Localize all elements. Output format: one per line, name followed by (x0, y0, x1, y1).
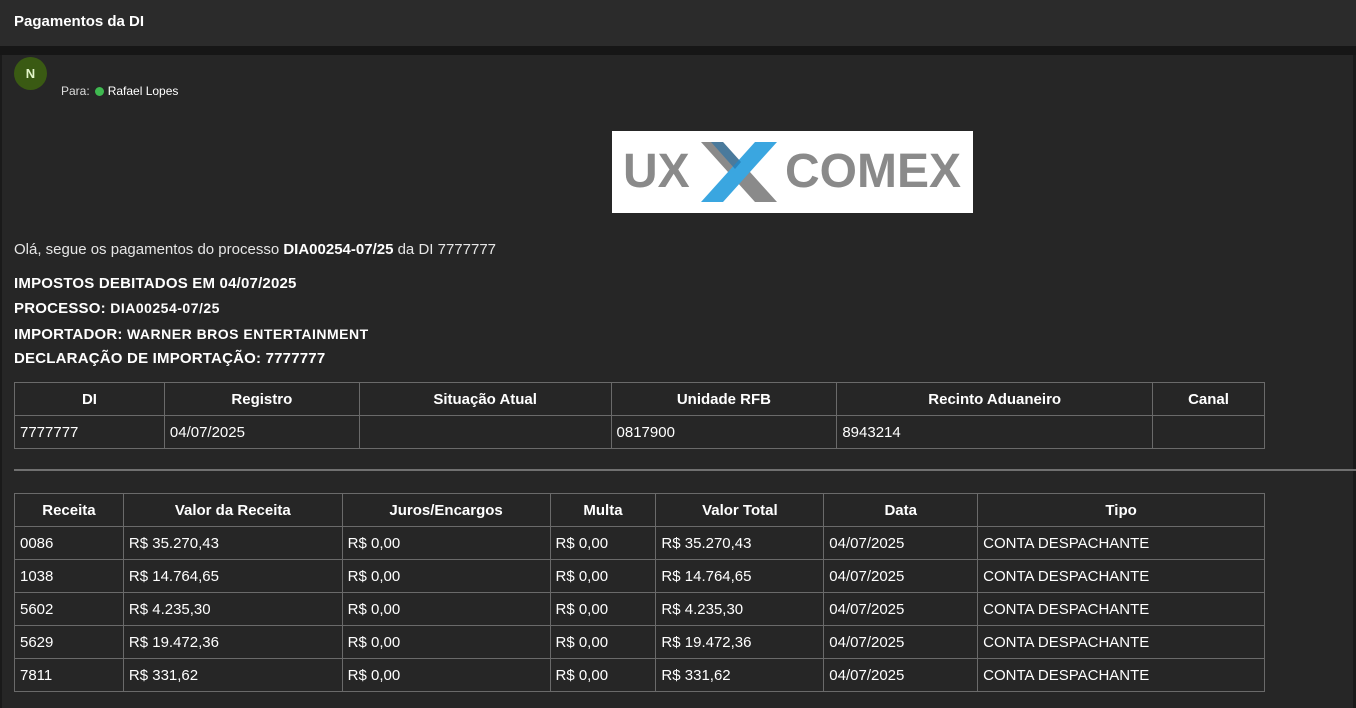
table-cell: 0817900 (610, 415, 838, 449)
table-row: 7777777 04/07/2025 0817900 8943214 (14, 415, 1265, 449)
table-cell: R$ 0,00 (549, 526, 657, 560)
company-logo: UX COMEX (612, 131, 973, 213)
table-cell: R$ 19.472,36 (122, 625, 343, 659)
table-cell: R$ 35.270,43 (122, 526, 343, 560)
info-line-importer: IMPORTADOR: WARNER BROS ENTERTAINMENT (14, 326, 369, 343)
column-header: Tipo (977, 493, 1265, 527)
recipient-name[interactable]: Rafael Lopes (108, 84, 179, 98)
greeting-process: DIA00254-07/25 (283, 241, 394, 258)
table-cell: R$ 331,62 (655, 658, 825, 692)
column-header: Unidade RFB (610, 382, 838, 416)
table-row: 5629 R$ 19.472,36 R$ 0,00 R$ 0,00 R$ 19.… (14, 625, 1265, 659)
table-cell: 7811 (14, 658, 124, 692)
table-cell: R$ 14.764,65 (655, 559, 825, 593)
table-cell: 5602 (14, 592, 124, 626)
table-cell: 04/07/2025 (823, 559, 979, 593)
table-cell: 04/07/2025 (163, 415, 360, 449)
column-header: Situação Atual (358, 382, 612, 416)
table-cell: 04/07/2025 (823, 625, 979, 659)
greeting-text: Olá, segue os pagamentos do processo DIA… (14, 241, 496, 258)
table-cell: R$ 0,00 (341, 625, 551, 659)
column-header: Canal (1152, 382, 1265, 416)
sender-avatar[interactable]: N (14, 57, 47, 90)
table-cell: CONTA DESPACHANTE (977, 658, 1265, 692)
table-cell: 5629 (14, 625, 124, 659)
column-header: Valor Total (655, 493, 825, 527)
logo-text-left: UX (623, 145, 690, 198)
column-header: Data (823, 493, 979, 527)
window-title: Pagamentos da DI (14, 13, 145, 30)
table-cell: CONTA DESPACHANTE (977, 592, 1265, 626)
column-header: Receita (14, 493, 124, 527)
uxcomex-logo-icon: UX COMEX (623, 142, 961, 202)
table-cell: R$ 0,00 (549, 559, 657, 593)
info-line-declaration: DECLARAÇÃO DE IMPORTAÇÃO: 7777777 (14, 350, 326, 367)
table-row: 1038 R$ 14.764,65 R$ 0,00 R$ 0,00 R$ 14.… (14, 559, 1265, 593)
table-cell: R$ 0,00 (341, 592, 551, 626)
divider (14, 469, 1356, 471)
table-cell: R$ 0,00 (341, 526, 551, 560)
table-cell: CONTA DESPACHANTE (977, 526, 1265, 560)
table-cell: R$ 0,00 (341, 559, 551, 593)
table-cell: R$ 0,00 (549, 592, 657, 626)
presence-available-icon (94, 86, 104, 96)
column-header: Valor da Receita (122, 493, 343, 527)
table-cell: 7777777 (14, 415, 165, 449)
table-cell: R$ 4.235,30 (655, 592, 825, 626)
table-row: 5602 R$ 4.235,30 R$ 0,00 R$ 0,00 R$ 4.23… (14, 592, 1265, 626)
table-cell: 04/07/2025 (823, 658, 979, 692)
di-table: DI Registro Situação Atual Unidade RFB R… (14, 382, 1265, 449)
table-cell: R$ 4.235,30 (122, 592, 343, 626)
table-cell: R$ 0,00 (341, 658, 551, 692)
table-row: 0086 R$ 35.270,43 R$ 0,00 R$ 0,00 R$ 35.… (14, 526, 1265, 560)
table-cell: CONTA DESPACHANTE (977, 625, 1265, 659)
greeting-suffix: da DI 7777777 (397, 241, 497, 258)
greeting-prefix: Olá, segue os pagamentos do processo (14, 241, 280, 258)
table-cell: 04/07/2025 (823, 592, 979, 626)
table-cell: R$ 0,00 (549, 625, 657, 659)
table-cell: CONTA DESPACHANTE (977, 559, 1265, 593)
avatar-initial: N (25, 66, 36, 81)
info-line-taxes: IMPOSTOS DEBITADOS EM 04/07/2025 (14, 275, 297, 292)
column-header: Registro (163, 382, 360, 416)
table-cell (1152, 415, 1265, 449)
table-cell: 8943214 (836, 415, 1154, 449)
column-header: DI (14, 382, 165, 416)
window-frame-left (0, 0, 2, 708)
table-cell: 1038 (14, 559, 124, 593)
payments-table: Receita Valor da Receita Juros/Encargos … (14, 493, 1265, 692)
column-header: Juros/Encargos (341, 493, 551, 527)
logo-text-right: COMEX (785, 145, 961, 198)
table-cell: R$ 19.472,36 (655, 625, 825, 659)
table-cell: 0086 (14, 526, 124, 560)
table-cell: R$ 0,00 (549, 658, 657, 692)
table-row: 7811 R$ 331,62 R$ 0,00 R$ 0,00 R$ 331,62… (14, 658, 1265, 692)
table-cell: R$ 14.764,65 (122, 559, 343, 593)
title-bar: Pagamentos da DI (0, 0, 1356, 55)
column-header: Recinto Aduaneiro (836, 382, 1154, 416)
recipient-line: Para: Rafael Lopes (61, 84, 178, 98)
to-label: Para: (61, 84, 90, 98)
table-cell: 04/07/2025 (823, 526, 979, 560)
table-header-row: Receita Valor da Receita Juros/Encargos … (14, 493, 1265, 527)
table-cell (358, 415, 612, 449)
table-header-row: DI Registro Situação Atual Unidade RFB R… (14, 382, 1265, 416)
table-cell: R$ 35.270,43 (655, 526, 825, 560)
info-line-process: PROCESSO: DIA00254-07/25 (14, 300, 220, 317)
table-cell: R$ 331,62 (122, 658, 343, 692)
column-header: Multa (549, 493, 657, 527)
